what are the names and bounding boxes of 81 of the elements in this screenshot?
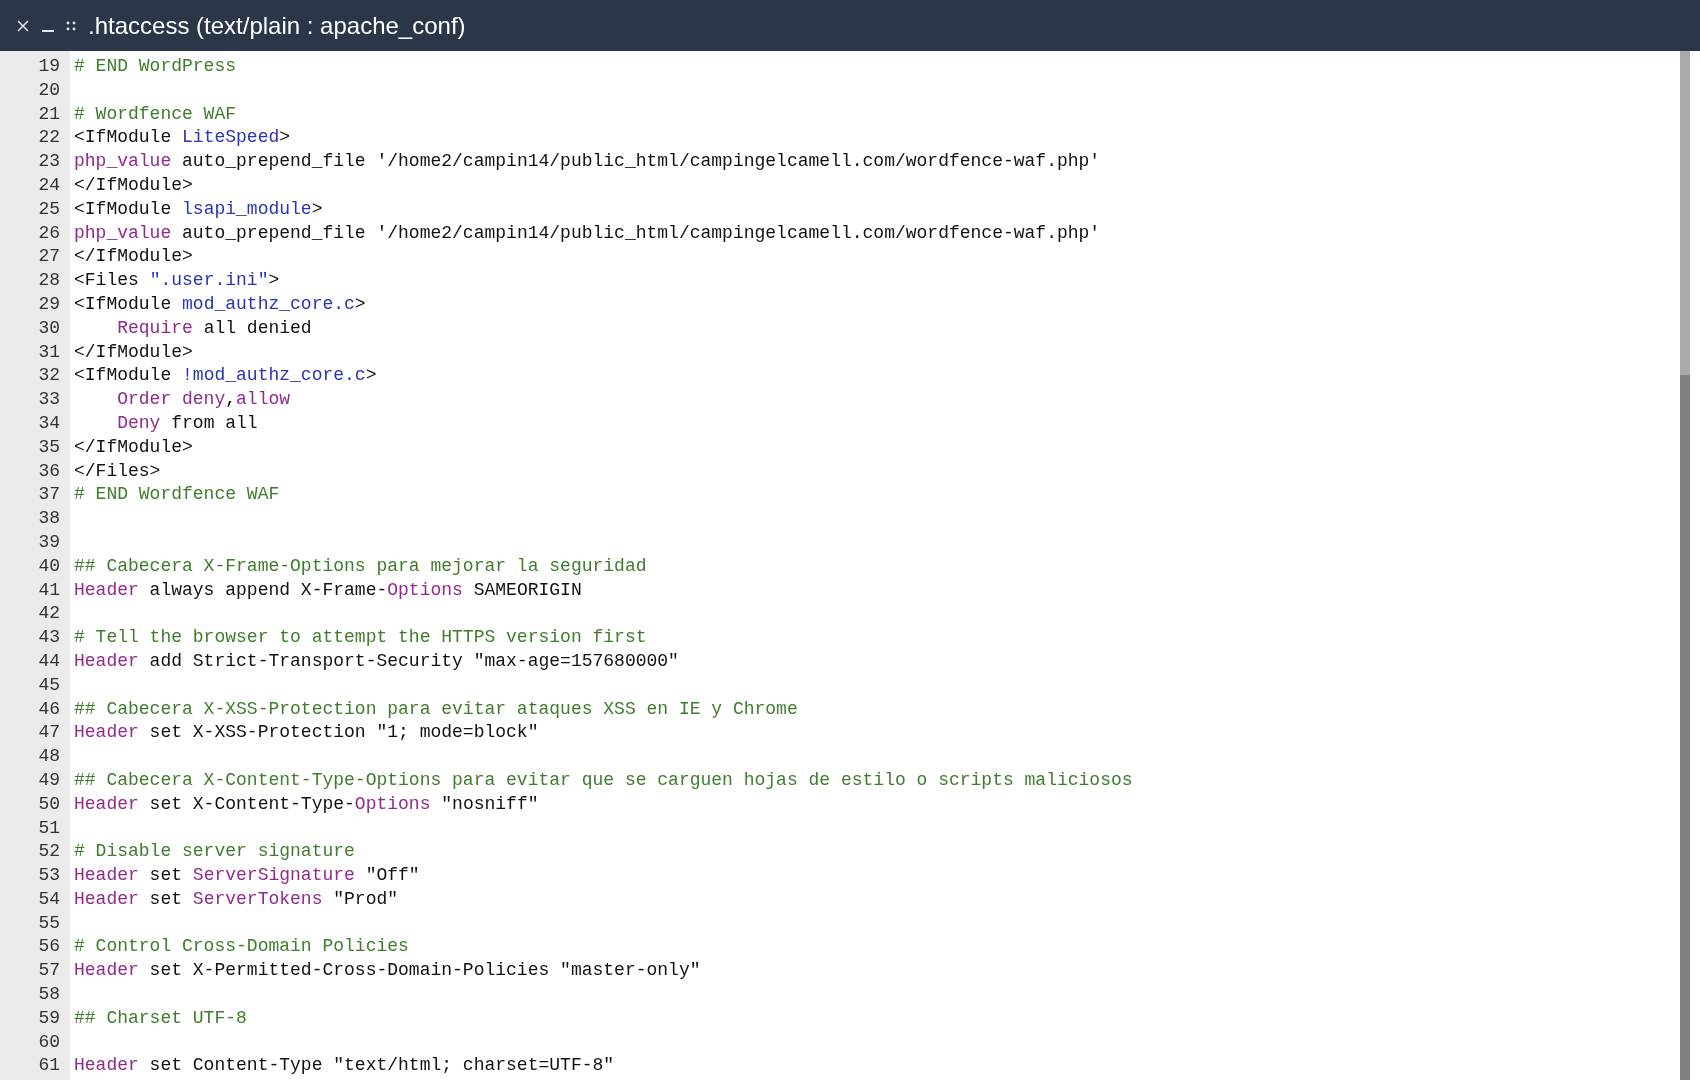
line-number: 24 — [38, 174, 60, 197]
line-number: 51 — [38, 816, 60, 840]
code-line: </IfModule> — [74, 245, 193, 269]
line-number: 53 — [38, 864, 60, 888]
code-line: <IfModule !mod_authz_core.c> — [74, 364, 377, 388]
line-number: 32 — [38, 364, 60, 388]
code-line: Order deny,allow — [116, 388, 291, 412]
code-line: <IfModule mod_authz_core.c> — [74, 292, 366, 316]
line-number: 48 — [38, 745, 60, 769]
code-line: <IfModule LiteSpeed> — [74, 126, 291, 150]
code-line: Header set Content-Type "text/html; charset=UTF-8" — [74, 1054, 615, 1078]
line-number: 43 — [38, 626, 60, 650]
line-number: 21 — [38, 102, 60, 126]
code-line: ## Cabecera X-Content-Type-Options para evitar que se carguen hojas de estilo o scripts maliciosos — [74, 768, 1133, 792]
code-line: Header set X-XSS-Protection "1; mode=block" — [74, 721, 539, 745]
scrollbar-thumb[interactable] — [1680, 375, 1690, 1080]
line-number: 47 — [38, 721, 60, 745]
code-line: Header set X-Content-Type-Options "nosniff" — [74, 792, 539, 816]
drag-handle-icon[interactable] — [66, 20, 76, 31]
code-line: # END Wordfence WAF — [74, 483, 280, 507]
line-number: 49 — [38, 768, 60, 792]
line-number: 46 — [38, 697, 60, 721]
line-number: 57 — [38, 959, 60, 983]
code-line: </Files> — [74, 459, 161, 483]
line-number: 60 — [38, 1030, 60, 1054]
line-number: 54 — [38, 887, 60, 911]
line-number: 50 — [38, 792, 60, 816]
line-number: 19 — [38, 55, 60, 78]
line-number: 30 — [38, 316, 60, 340]
line-number: 33 — [38, 388, 60, 412]
code-line: # Disable server signature — [74, 840, 355, 864]
line-number: 42 — [38, 602, 60, 626]
line-number: 28 — [38, 269, 60, 293]
close-icon[interactable] — [16, 18, 30, 33]
line-number: 41 — [38, 578, 60, 602]
code-line: # Control Cross-Domain Policies — [74, 935, 409, 959]
code-line: Header set ServerSignature "Off" — [74, 864, 420, 888]
code-line: ## Charset UTF-8 — [74, 1006, 247, 1030]
code-line: # Wordfence WAF — [74, 102, 237, 126]
code-line: <Files ".user.ini"> — [74, 269, 280, 293]
code-line: </IfModule> — [74, 340, 193, 364]
line-number: 39 — [38, 530, 60, 554]
line-number: 36 — [38, 459, 60, 483]
line-number: 37 — [38, 483, 60, 507]
line-number: 25 — [38, 197, 60, 221]
line-number: 55 — [38, 911, 60, 935]
line-number: 61 — [38, 1054, 60, 1078]
line-number: 38 — [38, 507, 60, 531]
line-number: 59 — [38, 1006, 60, 1030]
line-number: 22 — [38, 126, 60, 150]
code-line: </IfModule> — [74, 174, 193, 197]
code-line: Deny from all — [116, 411, 258, 435]
line-number: 58 — [38, 983, 60, 1007]
line-number: 29 — [38, 292, 60, 316]
line-number: 52 — [38, 840, 60, 864]
code-line: </IfModule> — [74, 435, 193, 459]
code-line: ## Cabecera X-Frame-Options para mejorar la seguridad — [74, 554, 647, 578]
code-line: php_value auto_prepend_file '/home2/campin14/public_html/campingelcamell.com/wordfence-waf.php' — [74, 150, 1101, 174]
code-line: php_value auto_prepend_file '/home2/campin14/public_html/campingelcamell.com/wordfence-waf.php' — [74, 221, 1101, 245]
code-line: # Tell the browser to attempt the HTTPS version first — [74, 626, 647, 650]
code-line: ## Cabecera X-XSS-Protection para evitar ataques XSS en IE y Chrome — [74, 697, 798, 721]
code-line: Require all denied — [116, 316, 312, 340]
line-number: 31 — [38, 340, 60, 364]
line-number: 56 — [38, 935, 60, 959]
line-number: 44 — [38, 649, 60, 673]
code-line: Header always append X-Frame-Options SAMEORIGIN — [74, 578, 582, 602]
window-title: .htaccess (text/plain : apache_conf) — [88, 13, 466, 38]
line-number: 26 — [38, 221, 60, 245]
line-number: 27 — [38, 245, 60, 269]
line-number: 45 — [38, 673, 60, 697]
line-number: 35 — [38, 435, 60, 459]
code-line: Header add Strict-Transport-Security "max-age=157680000" — [74, 649, 679, 673]
code-line: # END WordPress — [74, 55, 237, 78]
line-number: 23 — [38, 150, 60, 174]
line-number: 40 — [38, 554, 60, 578]
code-line: <IfModule lsapi_module> — [74, 197, 323, 221]
code-line: Header set ServerTokens "Prod" — [74, 887, 399, 911]
scrollbar[interactable] — [1680, 51, 1690, 1080]
line-number: 20 — [38, 78, 60, 102]
code-line: Header set X-Permitted-Cross-Domain-Policies "master-only" — [74, 959, 701, 983]
line-number: 34 — [38, 411, 60, 435]
